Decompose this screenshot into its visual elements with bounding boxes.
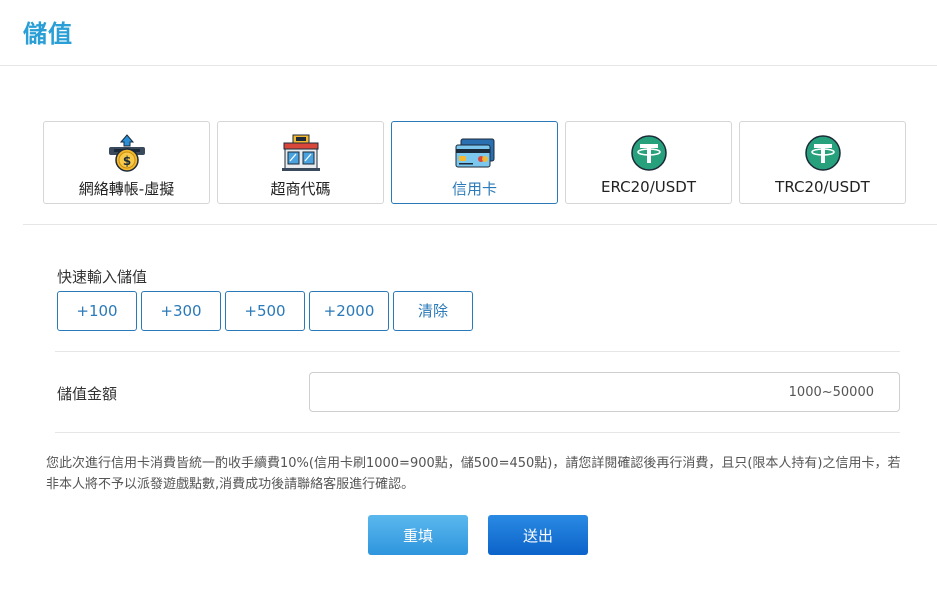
method-virtual-transfer[interactable]: $ 網絡轉帳-虛擬	[43, 121, 210, 204]
divider	[23, 224, 937, 225]
svg-text:$: $	[122, 154, 130, 168]
quick-add-100-button[interactable]: +100	[57, 291, 137, 331]
credit-card-icon	[455, 138, 494, 168]
tether-icon	[804, 135, 841, 171]
atm-coin-icon: $	[108, 134, 145, 172]
quick-clear-button[interactable]: 清除	[393, 291, 473, 331]
quick-add-2000-button[interactable]: +2000	[309, 291, 389, 331]
divider	[55, 351, 900, 352]
method-convenience-store[interactable]: 超商代碼	[217, 121, 384, 204]
method-erc20-usdt[interactable]: ERC20/USDT	[565, 121, 732, 204]
divider	[55, 432, 900, 433]
quick-add-300-button[interactable]: +300	[141, 291, 221, 331]
page-header: 儲值	[0, 0, 937, 66]
amount-input[interactable]	[309, 372, 900, 412]
tether-icon	[630, 135, 667, 171]
fee-notice: 您此次進行信用卡消費皆統一酌收手續費10%(信用卡刷1000=900點，儲500…	[46, 456, 901, 492]
reset-button[interactable]: 重填	[368, 515, 468, 555]
payment-method-list: $ 網絡轉帳-虛擬 超商代碼 信用卡 ERC20/USDT TRC20/USDT	[43, 121, 906, 204]
method-label: 信用卡	[451, 180, 497, 198]
convenience-store-icon	[281, 134, 320, 171]
submit-button[interactable]: 送出	[488, 515, 588, 555]
method-label: 超商代碼	[270, 180, 331, 198]
quick-amount-label: 快速輸入儲值	[57, 268, 148, 286]
quick-add-500-button[interactable]: +500	[225, 291, 305, 331]
method-trc20-usdt[interactable]: TRC20/USDT	[739, 121, 906, 204]
page-title: 儲值	[23, 20, 73, 48]
method-label: 網絡轉帳-虛擬	[78, 180, 175, 198]
method-credit-card[interactable]: 信用卡	[391, 121, 558, 204]
method-label: TRC20/USDT	[775, 178, 870, 196]
amount-label: 儲值金額	[57, 385, 118, 403]
method-label: ERC20/USDT	[601, 178, 696, 196]
